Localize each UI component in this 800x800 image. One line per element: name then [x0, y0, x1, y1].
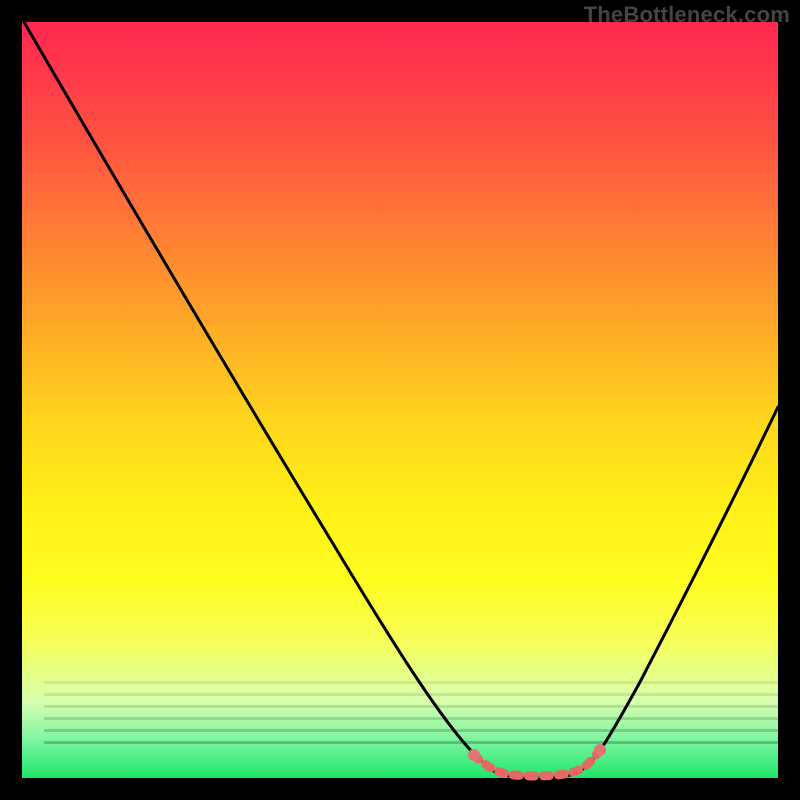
performance-curve [24, 22, 778, 777]
optimal-range-end-dots [468, 744, 606, 761]
plot-area [22, 22, 778, 778]
chart-svg [22, 22, 778, 778]
chart-frame: TheBottleneck.com [0, 0, 800, 800]
